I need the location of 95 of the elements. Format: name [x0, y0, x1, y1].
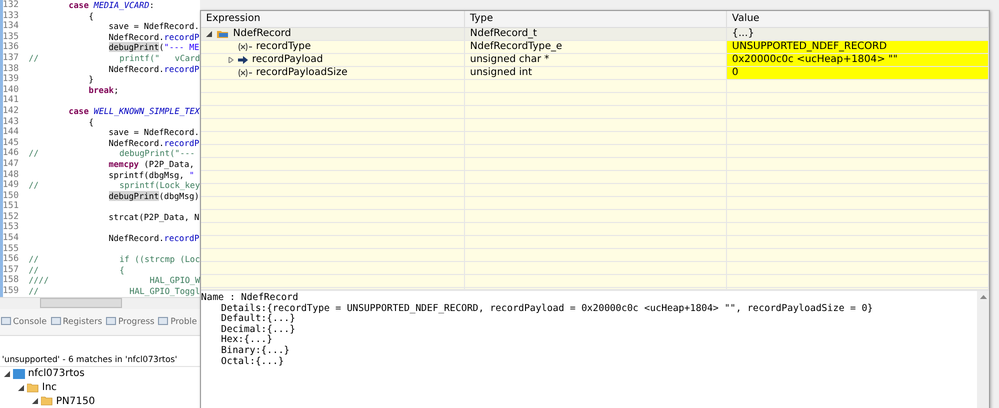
folder-icon: [41, 396, 53, 406]
code-line: NdefRecord.recordP: [108, 233, 200, 244]
line-number: 133: [2, 10, 20, 21]
line-number: 153: [2, 222, 20, 234]
code-line: case WELL_KNOWN_SIMPLE_TEX: [68, 106, 200, 117]
view-tab[interactable]: Proble: [157, 316, 198, 327]
line-number: 151: [2, 201, 20, 212]
code-line: // sprintf(Lock_key: [28, 180, 200, 191]
value-cell: {...}: [727, 28, 989, 40]
line-number: 146: [2, 148, 20, 159]
code-line: }: [88, 74, 94, 85]
expression-cell: recordType: [201, 41, 465, 53]
code-line: sprintf(dbgMsg, ": [108, 170, 194, 180]
column-header[interactable]: Expression: [201, 11, 465, 27]
search-summary: 'unsupported' - 6 matches in 'nfcl073rtos': [0, 354, 200, 368]
scroll-up-icon[interactable]: [980, 295, 986, 299]
column-header[interactable]: Type: [465, 11, 727, 27]
line-number: 142: [2, 106, 20, 117]
expression-row[interactable]: recordPayloadSize unsigned int 0: [201, 67, 989, 80]
tab-icon: [106, 317, 116, 326]
tree-item[interactable]: PN7150: [0, 394, 200, 408]
line-number: 159: [2, 286, 20, 297]
view-tab[interactable]: Console: [0, 316, 48, 327]
value-cell: UNSUPPORTED_NDEF_RECORD: [727, 41, 989, 53]
code-line: case MEDIA_VCARD:: [68, 0, 154, 11]
line-number: 135: [2, 32, 20, 42]
code-line: break;: [88, 84, 119, 96]
tree-item[interactable]: nfcl073rtos: [0, 367, 200, 381]
tab-icon: [158, 317, 168, 326]
expanded-arrow-icon[interactable]: [18, 384, 24, 391]
folder-icon: [27, 382, 39, 393]
code-line: // HAL_GPIO_Toggl: [28, 286, 200, 297]
code-line: NdefRecord.recordP: [108, 138, 200, 148]
expression-cell: recordPayloadSize: [201, 67, 465, 79]
line-number: 139: [2, 74, 20, 85]
line-number: 138: [2, 64, 20, 74]
details-text: Name : NdefRecord Details:{recordType = UNSUPPORTED_NDEF_RECORD, recordPayload = 0x20000c0c <ucHeap+1804> "", recordPayloadSize = 0} Default:{...} Decimal:{...} Hex:{...} Binary:{...} Octal:{...}: [201, 291, 874, 369]
line-number: 149: [2, 180, 20, 191]
code-line: // {: [28, 264, 124, 276]
line-number: 140: [2, 84, 20, 96]
code-line: //// HAL_GPIO_W: [28, 275, 200, 286]
line-number: 152: [2, 212, 20, 222]
tab-icon: [50, 317, 61, 326]
line-number: 156: [2, 254, 20, 265]
tree-item[interactable]: Inc: [0, 380, 200, 394]
expression-row[interactable]: recordPayload unsigned char * 0x20000c0c <ucHeap+1804> "": [201, 54, 989, 67]
line-number: 158: [2, 275, 20, 286]
line-number: 136: [2, 42, 20, 53]
line-number: 154: [2, 233, 20, 244]
expression-row[interactable]: NdefRecord NdefRecord_t {...}: [201, 28, 989, 41]
line-number: 150: [2, 190, 20, 202]
type-cell: NdefRecord_t: [465, 28, 727, 40]
line-number: 157: [2, 264, 20, 275]
value-cell: 0x20000c0c <ucHeap+1804> "": [727, 54, 989, 66]
line-number: 134: [2, 21, 20, 32]
tab-icon: [1, 317, 11, 326]
line-number: 144: [2, 127, 20, 138]
expression-row[interactable]: recordType NdefRecordType_e UNSUPPORTED_NDEF_RECORD: [201, 41, 989, 54]
code-line: // printf(" vCard: [28, 52, 200, 64]
line-number: 137: [2, 52, 20, 64]
variable-icon: [238, 69, 252, 77]
line-number: 132: [2, 0, 20, 11]
line-number: 155: [2, 244, 20, 254]
line-number: 145: [2, 138, 20, 148]
view-tab[interactable]: Progress: [105, 316, 156, 327]
variable-icon: [238, 43, 252, 51]
code-line: {: [88, 10, 94, 22]
column-header[interactable]: Value: [727, 11, 989, 27]
view-tab[interactable]: Registers: [50, 316, 104, 327]
line-number: 147: [2, 158, 20, 170]
project-icon: [13, 368, 25, 379]
expanded-arrow-icon[interactable]: [32, 398, 38, 404]
code-line: debugPrint(dbgMsg): [108, 190, 200, 202]
expanded-arrow-icon[interactable]: [206, 31, 212, 37]
code-line: save = NdefRecord.: [108, 21, 200, 32]
code-line: // if ((strcmp (Loc: [28, 254, 200, 265]
code-line: debugPrint("--- ME: [108, 42, 200, 53]
expression-cell: NdefRecord: [201, 28, 465, 40]
code-line: memcpy (P2P_Data,: [108, 158, 194, 170]
code-line: {: [88, 116, 94, 128]
line-number: 141: [2, 95, 20, 106]
code-line: NdefRecord.recordP: [108, 64, 200, 74]
code-line: save = NdefRecord.: [108, 127, 200, 138]
code-line: // debugPrint("---: [28, 148, 195, 159]
line-number: 148: [2, 170, 20, 180]
scrollbar-thumb[interactable]: [40, 298, 122, 308]
expanded-arrow-icon[interactable]: [4, 370, 10, 377]
code-line: strcat(P2P_Data, N: [108, 212, 200, 222]
collapsed-arrow-icon[interactable]: [228, 57, 234, 63]
value-cell: 0: [727, 67, 989, 79]
structure-icon: [216, 29, 229, 39]
arrow-icon: [238, 56, 248, 64]
line-number: 143: [2, 116, 20, 128]
expression-cell: recordPayload: [201, 54, 465, 66]
code-line: NdefRecord.recordP: [108, 32, 200, 42]
